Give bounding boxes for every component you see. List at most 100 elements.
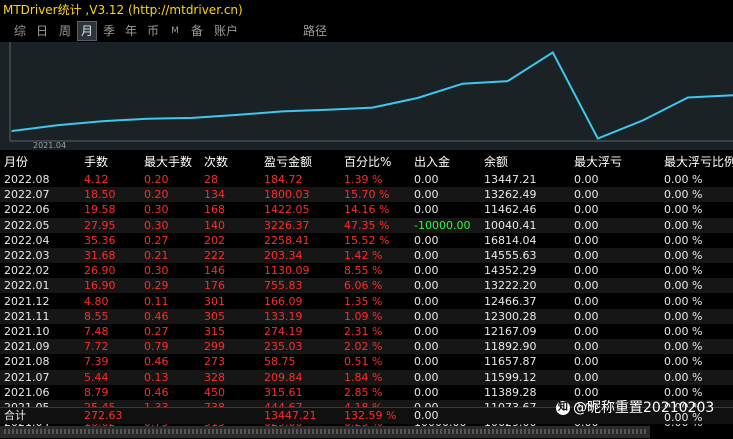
table-row[interactable]: 2022.04 35.36 0.27 202 2258.41 15.52 % 0.00 168… xyxy=(0,233,733,248)
col-trades[interactable]: 次数 xyxy=(204,152,264,167)
tab-path[interactable]: 路径 xyxy=(300,21,330,41)
cell-trades: 146 xyxy=(204,264,225,278)
cell-balance: 11892.90 xyxy=(484,340,537,354)
cell-profit: 1422.05 xyxy=(264,203,310,217)
totals-label: 合计 xyxy=(4,409,26,422)
table-row[interactable]: 2022.05 27.95 0.30 140 3226.37 47.35 % -10000.… xyxy=(0,217,733,233)
cell-trades: 222 xyxy=(204,249,225,262)
cell-deposit: 0.00 xyxy=(414,233,439,247)
cell-percent: 0.51 % xyxy=(344,355,383,369)
cell-deposit: 0.00 xyxy=(414,340,439,354)
cell-month: 2021.12 xyxy=(4,294,50,308)
cell-max-drawdown: 0.00 xyxy=(574,325,599,338)
cell-deposit: 0.00 xyxy=(414,173,439,186)
table-row[interactable]: 2022.01 16.90 0.29 176 755.83 6.06 % 0.00 13222… xyxy=(0,278,733,294)
balance-point xyxy=(416,97,419,99)
tab-account[interactable]: 账户 xyxy=(211,21,241,41)
cell-max-drawdown: 0.00 xyxy=(574,173,599,186)
table-row[interactable]: 2021.12 4.80 0.11 301 166.09 1.35 % 0.00 12466.… xyxy=(0,294,733,309)
cell-month: 2022.02 xyxy=(4,264,50,278)
col-profit[interactable]: 盈亏金额 xyxy=(264,152,342,167)
cell-max-drawdown-pct: 0.00 % xyxy=(664,188,703,202)
cell-balance: 13447.21 xyxy=(484,173,537,186)
cell-profit: 235.03 xyxy=(264,340,303,354)
cell-month: 2021.09 xyxy=(4,340,50,354)
tab-daily[interactable]: 日 xyxy=(32,21,52,41)
table-row[interactable]: 2021.07 5.44 0.13 328 209.84 1.84 % 0.00 11599.… xyxy=(0,369,733,385)
tab-quarterly[interactable]: 季 xyxy=(99,21,119,41)
col-percent[interactable]: 百分比% xyxy=(344,152,414,167)
cell-trades: 301 xyxy=(204,294,225,308)
table-row[interactable]: 2022.07 18.50 0.20 134 1800.03 15.70 % 0.00 132… xyxy=(0,187,733,203)
cell-lots: 4.12 xyxy=(84,173,109,186)
cell-lots: 16.90 xyxy=(84,279,116,293)
cell-deposit: 0.00 xyxy=(414,264,439,278)
col-balance[interactable]: 余额 xyxy=(484,152,572,167)
table-header: 月份 手数 最大手数 次数 盈亏金额 百分比% 出入金 余额 最大浮亏 最大浮亏… xyxy=(0,152,733,172)
balance-point xyxy=(326,109,329,111)
cell-max-lots: 0.46 xyxy=(144,309,169,323)
cell-profit: 184.72 xyxy=(264,173,303,186)
col-deposit[interactable]: 出入金 xyxy=(414,152,484,167)
chart-x-tick-label: 2021.04 xyxy=(33,141,66,150)
cell-profit: 203.34 xyxy=(264,249,303,262)
tab-yearly[interactable]: 年 xyxy=(121,21,141,41)
cell-max-drawdown: 0.00 xyxy=(574,188,599,202)
cell-balance: 10040.41 xyxy=(484,218,537,232)
cell-deposit: 0.00 xyxy=(414,188,439,202)
tab-notes[interactable]: 备 xyxy=(187,21,207,41)
cell-max-drawdown-pct: 0.00 % xyxy=(664,309,703,323)
watermark-text: @昵称重置20210203 xyxy=(573,400,715,416)
cell-percent: 15.52 % xyxy=(344,233,390,247)
horizontal-scrollbar[interactable] xyxy=(0,426,650,438)
cell-max-drawdown: 0.00 xyxy=(574,340,599,354)
cell-month: 2022.07 xyxy=(4,188,50,202)
window-title: MTDriver统计 ,V3.12 (http://mtdriver.cn) xyxy=(3,3,243,17)
tab-monthly[interactable]: 月 xyxy=(77,21,97,41)
cell-deposit: 0.00 xyxy=(414,325,439,338)
col-max-drawdown[interactable]: 最大浮亏 xyxy=(574,152,662,167)
scrollbar-track[interactable] xyxy=(4,429,646,434)
tab-magic[interactable]: M xyxy=(166,21,184,41)
cell-lots: 19.58 xyxy=(84,203,116,217)
cell-deposit: 0.00 xyxy=(414,294,439,308)
balance-point xyxy=(642,119,644,122)
cell-lots: 8.55 xyxy=(84,309,109,323)
cell-trades: 134 xyxy=(204,188,225,202)
col-month[interactable]: 月份 xyxy=(4,152,74,167)
table-row[interactable]: 2021.11 8.55 0.46 305 133.19 1.09 % 0.00 12300.… xyxy=(0,308,733,324)
balance-line xyxy=(11,50,733,140)
cell-max-lots: 0.30 xyxy=(144,264,169,278)
tab-currency[interactable]: 币 xyxy=(143,21,163,41)
tab-overview[interactable]: 综 xyxy=(10,21,30,41)
cell-max-drawdown: 0.00 xyxy=(574,355,599,369)
table-row[interactable]: 2022.03 31.68 0.21 222 203.34 1.42 % 0.00 14555… xyxy=(0,248,733,263)
col-max-lots[interactable]: 最大手数 xyxy=(144,152,204,167)
cell-balance: 11599.12 xyxy=(484,370,537,384)
table-row[interactable]: 2022.08 4.12 0.20 28 184.72 1.39 % 0.00 13447.2… xyxy=(0,172,733,187)
table-row[interactable]: 2022.06 19.58 0.30 168 1422.05 14.16 % 0.00 114… xyxy=(0,202,733,217)
cell-percent: 14.16 % xyxy=(344,203,390,217)
cell-percent: 15.70 % xyxy=(344,188,390,202)
col-lots[interactable]: 手数 xyxy=(84,152,144,167)
cell-max-lots: 0.79 xyxy=(144,340,169,354)
cell-trades: 176 xyxy=(204,279,225,293)
cell-balance: 16814.04 xyxy=(484,233,537,247)
tab-weekly[interactable]: 周 xyxy=(55,21,75,41)
balance-chart-svg: 2021.04 xyxy=(9,42,733,150)
cell-trades: 315 xyxy=(204,325,225,338)
col-max-drawdown-pct[interactable]: 最大浮亏比例 xyxy=(664,152,733,167)
cell-balance: 11657.87 xyxy=(484,355,537,369)
cell-lots: 35.36 xyxy=(84,233,116,247)
cell-trades: 273 xyxy=(204,355,225,369)
table-row[interactable]: 2021.08 7.39 0.46 273 58.75 0.51 % 0.00 11657.8… xyxy=(0,354,733,369)
cell-max-lots: 0.21 xyxy=(144,249,169,262)
cell-max-drawdown-pct: 0.00 % xyxy=(664,340,703,354)
cell-trades: 140 xyxy=(204,218,225,232)
table-row[interactable]: 2021.09 7.72 0.79 299 235.03 2.02 % 0.00 11892.… xyxy=(0,339,733,355)
cell-trades: 328 xyxy=(204,370,225,384)
balance-point xyxy=(552,51,554,54)
cell-profit: 166.09 xyxy=(264,294,303,308)
table-row[interactable]: 2022.02 26.90 0.30 146 1130.09 8.55 % 0.00 1435… xyxy=(0,263,733,278)
table-row[interactable]: 2021.10 7.48 0.27 315 274.19 2.31 % 0.00 12167.… xyxy=(0,324,733,339)
